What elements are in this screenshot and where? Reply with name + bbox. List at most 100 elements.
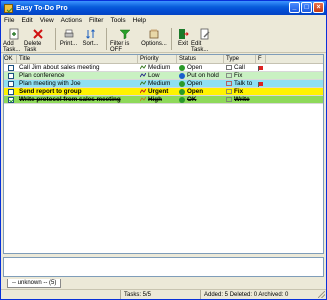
maximize-button[interactable]: □ bbox=[301, 2, 312, 13]
toolbar-button-options[interactable]: Options... bbox=[140, 27, 168, 51]
column-header-priority[interactable]: Priority bbox=[138, 55, 177, 63]
status-icon bbox=[179, 88, 185, 95]
task-title-cell: Plan meeting with Joe bbox=[17, 80, 138, 87]
exit-icon bbox=[177, 28, 189, 40]
title-bar[interactable]: Easy To-Do Pro _ □ × bbox=[1, 1, 326, 15]
toolbar-button-label: Sort... bbox=[82, 41, 99, 47]
toolbar-button-label: Exit bbox=[177, 41, 188, 47]
table-row[interactable]: Plan meeting with Joe Medium Open Talk to bbox=[4, 80, 323, 88]
task-status: Open bbox=[187, 80, 203, 87]
task-priority-cell: Low bbox=[138, 72, 177, 79]
table-row[interactable]: Write protocol from sales meeting High OK W… bbox=[4, 96, 323, 104]
close-button[interactable]: × bbox=[313, 2, 324, 13]
task-status-cell: Open bbox=[177, 64, 224, 71]
task-status-cell: Open bbox=[177, 80, 224, 87]
toolbar-button-print[interactable]: Print... bbox=[59, 27, 78, 51]
status-icon bbox=[179, 80, 185, 87]
task-status-cell: Put on hold bbox=[177, 72, 224, 79]
priority-icon bbox=[139, 64, 147, 70]
type-icon bbox=[226, 73, 232, 78]
task-done-checkbox[interactable] bbox=[7, 88, 14, 95]
status-empty bbox=[1, 290, 121, 299]
task-list: OK Title Priority Status Type F Call Jim abou… bbox=[3, 54, 324, 254]
menu-tools[interactable]: Tools bbox=[110, 17, 125, 24]
task-type: Fix bbox=[234, 72, 243, 79]
task-done-cell bbox=[4, 64, 17, 71]
task-type: Call bbox=[234, 64, 245, 71]
window-title: Easy To-Do Pro bbox=[16, 4, 68, 12]
menu-file[interactable]: File bbox=[4, 17, 14, 24]
priority-icon bbox=[139, 72, 147, 78]
task-priority-cell: Medium bbox=[138, 64, 177, 71]
filter-icon bbox=[119, 28, 131, 40]
column-header-ok[interactable]: OK bbox=[4, 55, 17, 63]
task-done-checkbox[interactable] bbox=[7, 72, 14, 79]
task-priority-cell: Medium bbox=[138, 80, 177, 87]
task-type-cell: Fix bbox=[224, 88, 256, 95]
toolbar-button-sort[interactable]: Sort... bbox=[78, 27, 103, 51]
category-tab[interactable]: -- unknown -- (5) bbox=[7, 279, 62, 288]
task-priority: High bbox=[148, 96, 162, 103]
flag-icon bbox=[258, 65, 263, 71]
task-title: Call Jim about sales meeting bbox=[19, 64, 100, 71]
type-icon bbox=[226, 81, 232, 86]
status-icon bbox=[179, 96, 185, 103]
task-priority: Medium bbox=[148, 64, 171, 71]
toolbar-button-label: Delete Task bbox=[24, 41, 42, 53]
task-status: Put on hold bbox=[187, 72, 219, 79]
type-icon bbox=[226, 89, 232, 94]
task-done-cell bbox=[4, 72, 17, 79]
table-row[interactable]: Send report to group Urgent Open Fix bbox=[4, 88, 323, 96]
task-flag-cell bbox=[256, 72, 266, 79]
minimize-button[interactable]: _ bbox=[289, 2, 300, 13]
task-done-checkbox[interactable] bbox=[7, 64, 14, 71]
task-title-cell: Write protocol from sales meeting bbox=[17, 96, 138, 103]
task-type-cell: Write bbox=[224, 96, 256, 103]
type-icon bbox=[226, 65, 232, 70]
task-flag-cell bbox=[256, 80, 266, 87]
task-done-cell bbox=[4, 96, 17, 103]
status-icon bbox=[179, 72, 185, 79]
column-header-f[interactable]: F bbox=[256, 55, 266, 63]
toolbar-separator bbox=[106, 28, 107, 50]
menu-actions[interactable]: Actions bbox=[61, 17, 82, 24]
status-tasks: Tasks: 5/5 bbox=[121, 290, 201, 299]
edit-task-icon bbox=[199, 28, 211, 40]
menu-bar: File Edit View Actions Filter Tools Help bbox=[1, 15, 326, 26]
priority-icon bbox=[139, 88, 147, 94]
toolbar-button-edit-task[interactable]: Edit Task... bbox=[191, 27, 219, 53]
task-done-cell bbox=[4, 80, 17, 87]
toolbar-button-add-task[interactable]: Add Task... bbox=[3, 27, 24, 53]
notes-pane[interactable] bbox=[3, 257, 324, 277]
column-header-status[interactable]: Status bbox=[177, 55, 224, 63]
task-priority: Medium bbox=[148, 80, 171, 87]
toolbar-button-label: Edit Task... bbox=[191, 41, 209, 53]
task-title: Write protocol from sales meeting bbox=[19, 96, 121, 103]
table-row[interactable]: Plan conference Low Put on hold Fix bbox=[4, 72, 323, 80]
table-row[interactable]: Call Jim about sales meeting Medium Open Ca… bbox=[4, 64, 323, 72]
task-title: Plan conference bbox=[19, 72, 65, 79]
menu-help[interactable]: Help bbox=[133, 17, 146, 24]
toolbar-button-delete[interactable]: Delete Task bbox=[24, 27, 52, 53]
task-done-checkbox[interactable] bbox=[7, 80, 14, 87]
menu-view[interactable]: View bbox=[40, 17, 54, 24]
status-bar: Tasks: 5/5 Added: 5 Deleted: 0 Archived:… bbox=[1, 289, 326, 299]
task-type: Fix bbox=[234, 88, 244, 95]
menu-edit[interactable]: Edit bbox=[21, 17, 32, 24]
resize-grip[interactable] bbox=[318, 291, 325, 298]
task-type-cell: Call bbox=[224, 64, 256, 71]
column-header-row: OK Title Priority Status Type F bbox=[4, 55, 323, 64]
column-header-type[interactable]: Type bbox=[224, 55, 256, 63]
column-header-title[interactable]: Title bbox=[17, 55, 138, 63]
toolbar-button-exit[interactable]: Exit bbox=[175, 27, 191, 51]
task-status: Open bbox=[187, 88, 204, 95]
menu-filter[interactable]: Filter bbox=[89, 17, 103, 24]
toolbar-button-filter[interactable]: Filter is OFF bbox=[110, 27, 140, 53]
task-type: Write bbox=[234, 96, 250, 103]
toolbar-button-label: Filter is OFF bbox=[110, 41, 130, 53]
task-done-checkbox[interactable] bbox=[7, 96, 14, 103]
app-logo-icon bbox=[4, 3, 13, 13]
delete-icon bbox=[32, 28, 44, 40]
task-flag-cell bbox=[256, 64, 266, 71]
sort-icon bbox=[85, 28, 97, 40]
